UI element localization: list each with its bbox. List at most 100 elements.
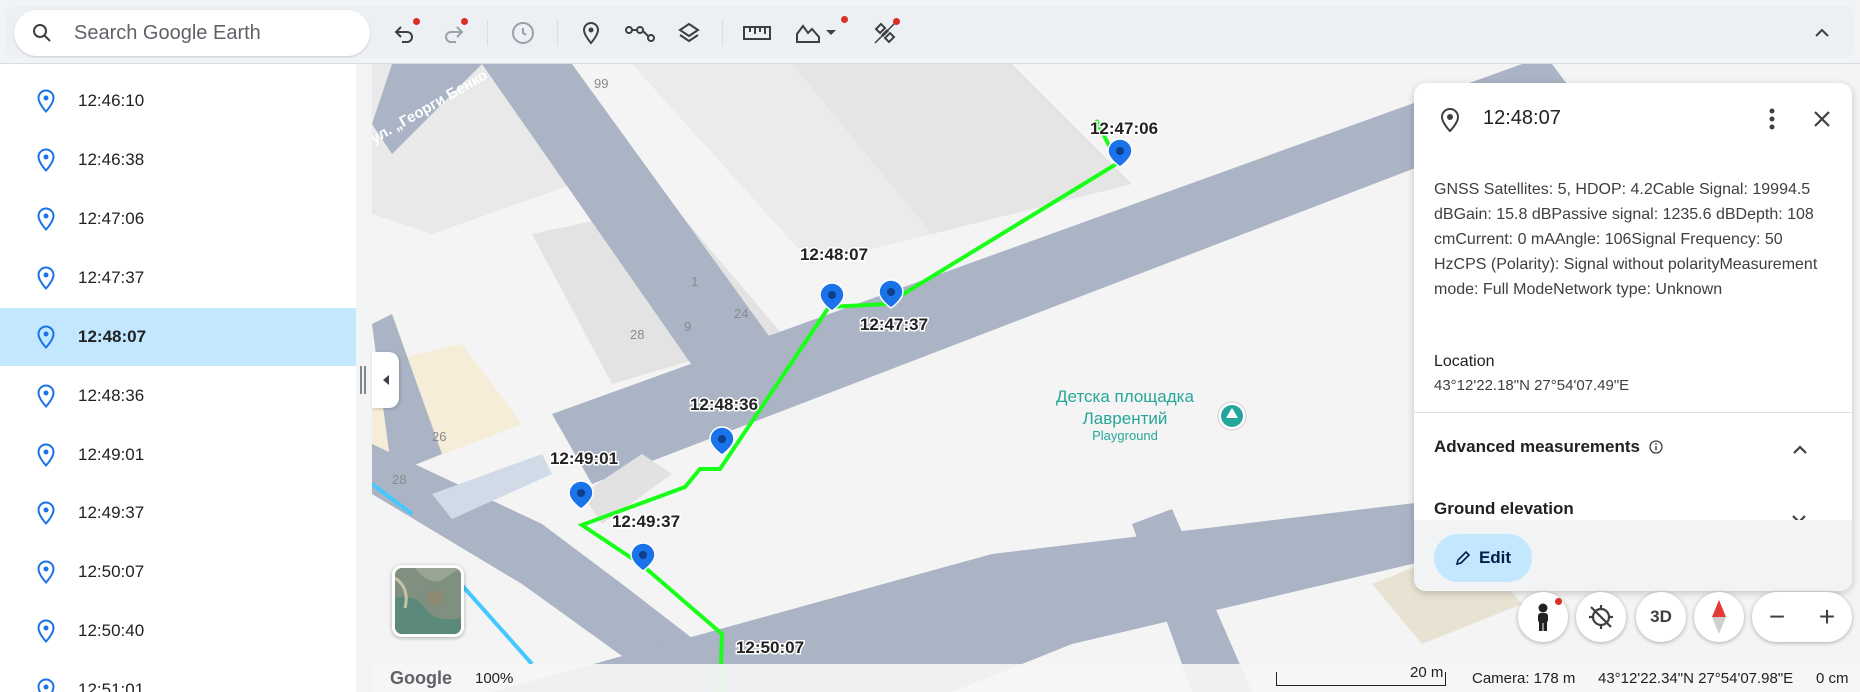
poi-subtitle: Playground [1092,428,1158,443]
list-item[interactable]: 12:46:10 [0,72,356,130]
divider [1414,412,1852,413]
add-placemark-button[interactable] [572,14,610,52]
list-item[interactable]: 12:47:37 [0,249,356,307]
list-item-label: 12:48:07 [78,327,147,346]
layers-button[interactable] [670,14,708,52]
google-logo: Google [390,668,452,688]
close-panel-button[interactable] [1804,101,1840,137]
edit-button-label: Edit [1478,548,1512,567]
redo-button[interactable] [434,14,472,52]
compass-button[interactable] [1694,592,1744,642]
zoom-out-button[interactable]: − [1752,592,1802,642]
list-item[interactable]: 12:48:36 [0,367,356,425]
zoom-level: 100% [475,670,514,687]
collapse-sidebar-button[interactable] [372,352,399,408]
search-input[interactable] [74,21,344,45]
list-item[interactable]: 12:49:37 [0,484,356,542]
list-item[interactable]: 12:47:06 [0,190,356,248]
toggle-3d-button[interactable]: 3D [1636,592,1686,642]
history-button[interactable] [504,14,542,52]
zoom-in-button[interactable]: + [1802,592,1852,642]
marker-label: 12:47:37 [860,315,928,334]
ground-elevation-label: Ground elevation [1434,499,1574,518]
chevron-up-icon [1815,28,1829,37]
scale-label: 20 m [1410,664,1444,681]
list-item-label: 12:48:36 [78,386,145,405]
top-toolbar [0,0,1860,64]
layers-icon [678,22,700,43]
redo-icon [445,26,464,43]
pencil-icon [1455,550,1471,566]
notification-dot [413,18,420,25]
chevron-left-icon [382,375,389,385]
elevation-dropdown-button[interactable] [818,14,848,52]
toolbar-divider [487,20,488,46]
notification-dot [461,18,468,25]
placemark-icon [37,325,55,349]
marker-label: 12:49:01 [550,449,618,468]
edit-button[interactable]: Edit [1434,534,1532,582]
building-number: 99 [594,76,608,91]
list-item-label: 12:49:37 [78,503,145,522]
search-icon [33,24,51,42]
sidebar-resize-handle[interactable] [360,366,366,394]
draw-path-button[interactable] [621,14,659,52]
marker-label: 12:49:37 [612,512,680,531]
status-bar: Google 100% 20 m Camera: 178 m 43°12'22.… [372,664,1860,692]
marker-label: 12:48:36 [690,395,758,414]
list-item-label: 12:46:38 [78,150,145,169]
pegman-icon [1538,603,1548,631]
map-style-thumbnail[interactable] [392,565,464,637]
list-item[interactable]: 12:46:38 [0,131,356,189]
chevron-down-icon [826,30,836,35]
notification-dot [893,18,900,25]
more-options-button[interactable] [1754,101,1790,137]
list-item-label: 12:47:37 [78,268,145,287]
placemark-icon [37,207,55,231]
history-icon [512,22,534,44]
satellite-thumbnail-image [395,568,461,634]
location-label: Location [1434,353,1495,370]
building-number: 28 [392,472,406,487]
marker-label: 12:47:06 [1090,119,1158,138]
panel-title: 12:48:07 [1483,107,1561,129]
placemark-icon [582,21,600,45]
advanced-measurements-header[interactable]: Advanced measurements [1434,437,1663,457]
list-item-label: 12:47:06 [78,209,145,228]
placemark-info-panel: 12:48:07 GNSS Satellites: 5, HDOP: 4.2Ca… [1414,83,1852,591]
cursor-elevation: 0 cm [1816,670,1849,687]
playground-icon[interactable] [1217,401,1247,431]
collapse-toolbar-button[interactable] [1803,14,1841,52]
satellite-tool-button[interactable] [866,14,904,52]
placemark-icon [37,619,55,643]
list-item-selected[interactable]: 12:48:07 [0,308,356,366]
close-icon [1814,111,1830,127]
street-view-button[interactable] [1518,592,1568,642]
info-icon[interactable] [1649,440,1663,454]
search-box[interactable] [14,10,370,56]
placemark-icon [1440,107,1460,133]
list-item[interactable]: 12:50:07 [0,543,356,601]
collapse-advanced-button[interactable] [1786,435,1814,463]
my-location-button[interactable] [1576,592,1626,642]
list-item-label: 12:50:40 [78,621,145,640]
placemark-icon [37,560,55,584]
undo-button[interactable] [386,14,424,52]
list-item-label: 12:50:07 [78,562,145,581]
placemark-icon [37,443,55,467]
notification-dot [1555,598,1562,605]
list-item-label: 12:46:10 [78,91,145,110]
placemark-icon [37,678,55,692]
placemark-description: GNSS Satellites: 5, HDOP: 4.2Cable Signa… [1434,181,1818,298]
zoom-control: − + [1752,592,1852,642]
placemark-icon [37,501,55,525]
marker-label: 12:50:07 [736,638,804,657]
measure-button[interactable] [738,14,776,52]
cursor-coordinates: 43°12'22.34"N 27°54'07.98"E [1598,670,1794,687]
chevron-up-icon [1793,444,1807,454]
list-item[interactable]: 12:50:40 [0,602,356,660]
placemark-icon [37,148,55,172]
list-item[interactable]: 12:49:01 [0,426,356,484]
toolbar-divider [722,20,723,46]
list-item[interactable]: 12:51:01 [0,661,356,692]
